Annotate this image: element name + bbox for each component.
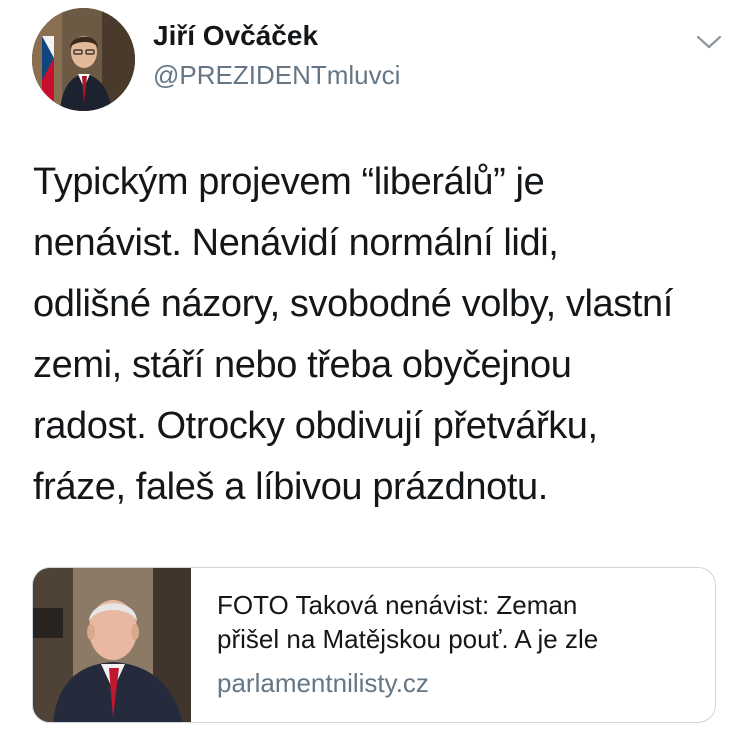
tweet-text-line: fráze, faleš a líbivou prázdnotu. — [33, 466, 548, 508]
tweet-text: Typickým projevem “liberálů” je nenávist… — [33, 152, 733, 518]
author-avatar[interactable] — [32, 8, 135, 111]
link-card[interactable]: FOTO Taková nenávist: Zeman přišel na Ma… — [32, 567, 716, 723]
tweet-text-line: radost. Otrocky obdivují přetvářku, — [33, 405, 598, 447]
link-card-domain: parlamentnilisty.cz — [217, 668, 429, 698]
article-photo-icon — [33, 568, 191, 722]
link-card-thumbnail — [33, 568, 191, 722]
tweet-text-line: zemi, stáří nebo třeba obyčejnou — [33, 344, 572, 386]
tweet[interactable]: Jiří Ovčáček @PREZIDENTmluvci Typickým p… — [0, 0, 750, 730]
link-card-title-line: přišel na Matějskou pouť. A je zle — [217, 624, 599, 654]
chevron-down-icon — [696, 35, 722, 49]
author-handle[interactable]: @PREZIDENTmluvci — [153, 60, 400, 91]
link-card-title: FOTO Taková nenávist: Zeman přišel na Ma… — [217, 588, 697, 656]
author-name[interactable]: Jiří Ovčáček — [153, 20, 318, 52]
link-card-title-line: FOTO Taková nenávist: Zeman — [217, 590, 578, 620]
tweet-text-line: odlišné názory, svobodné volby, vlastní — [33, 283, 673, 325]
tweet-text-line: nenávist. Nenávidí normální lidi, — [33, 222, 559, 264]
tweet-text-line: Typickým projevem “liberálů” je — [33, 161, 545, 203]
profile-photo-icon — [32, 8, 135, 111]
tweet-menu-button[interactable] — [694, 30, 724, 54]
